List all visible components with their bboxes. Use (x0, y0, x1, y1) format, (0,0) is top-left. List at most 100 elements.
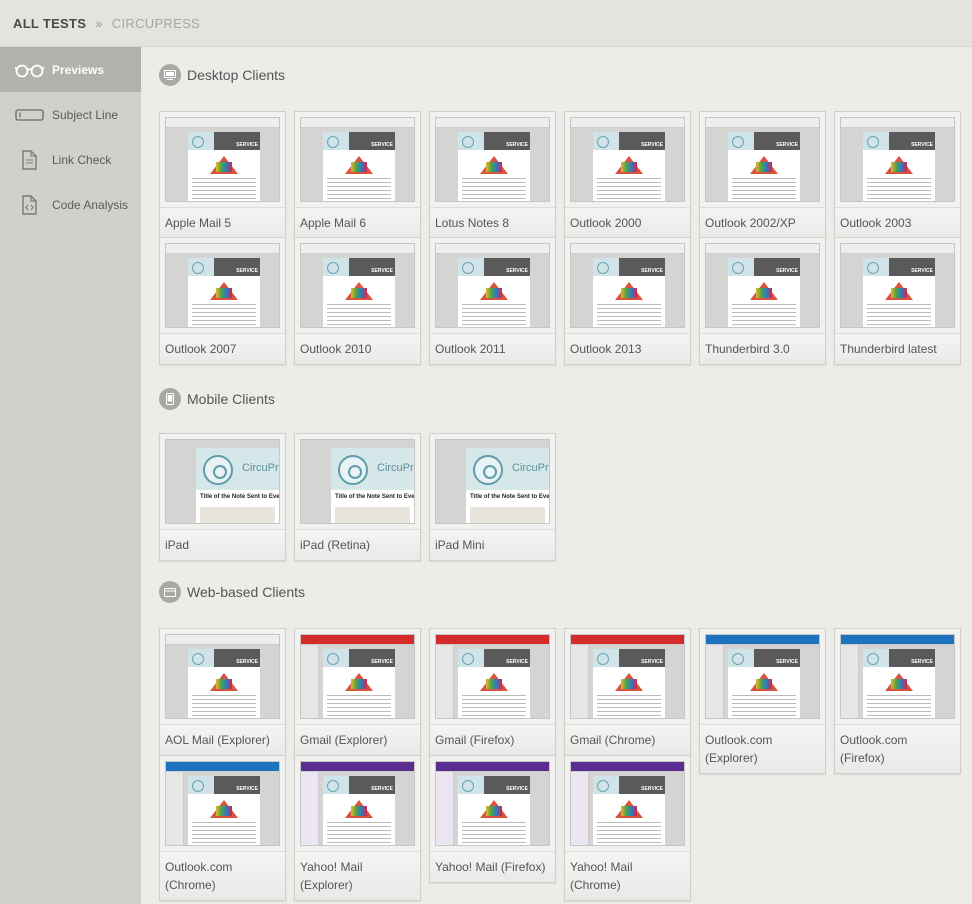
section-header-mobile: Mobile Clients (159, 388, 275, 410)
client-card-yahoo-mail-chrome[interactable]: SERVICE Yahoo! Mail (Chrome) (564, 755, 691, 901)
client-card-thunderbird-latest[interactable]: SERVICE Thunderbird latest (834, 237, 961, 365)
client-chrome (301, 635, 414, 645)
preview-thumbnail: SERVICE (705, 243, 820, 328)
client-label: iPad (160, 529, 285, 560)
client-card-outlook-2007[interactable]: SERVICE Outlook 2007 (159, 237, 286, 365)
email-preview: SERVICE (323, 776, 395, 845)
client-label: Thunderbird latest (835, 333, 960, 364)
client-card-outlook-2003[interactable]: SERVICE Outlook 2003 (834, 111, 961, 239)
sidebar-item-link-check[interactable]: Link Check (0, 137, 141, 182)
client-card-outlook-com-explorer[interactable]: SERVICE Outlook.com (Explorer) (699, 628, 826, 774)
service-text: SERVICE (776, 268, 798, 274)
service-text: SERVICE (371, 142, 393, 148)
circupress-logo (728, 132, 754, 150)
preview-thumbnail: SERVICE (840, 634, 955, 719)
circupress-logo (593, 258, 619, 276)
circupress-logo (458, 776, 484, 794)
preview-thumbnail: CircuPre Title of the Note Sent to Everyo… (300, 439, 415, 524)
service-text: SERVICE (236, 659, 258, 665)
client-card-lotus-notes-8[interactable]: SERVICE Lotus Notes 8 (429, 111, 556, 239)
email-preview: CircuPre Title of the Note Sent to Everyo… (331, 448, 414, 523)
illustration (891, 162, 907, 172)
email-header: SERVICE (458, 776, 530, 794)
client-label: Apple Mail 6 (295, 207, 420, 238)
illustration (351, 806, 367, 816)
client-sidebar (841, 645, 859, 718)
email-header: CircuPre (466, 448, 549, 490)
email-preview: SERVICE (593, 258, 665, 327)
illustration (486, 288, 502, 298)
circupress-logo (863, 258, 889, 276)
client-card-outlook-com-firefox[interactable]: SERVICE Outlook.com (Firefox) (834, 628, 961, 774)
client-chrome (706, 244, 819, 254)
client-card-outlook-2011[interactable]: SERVICE Outlook 2011 (429, 237, 556, 365)
body-text-lines (867, 304, 931, 326)
sidebar: Previews Subject Line Link Check Code An… (0, 47, 141, 904)
email-header: SERVICE (188, 258, 260, 276)
client-card-outlook-2010[interactable]: SERVICE Outlook 2010 (294, 237, 421, 365)
client-chrome (571, 635, 684, 645)
service-text: SERVICE (506, 142, 528, 148)
sidebar-item-code-analysis[interactable]: Code Analysis (0, 182, 141, 227)
section-title: Web-based Clients (187, 584, 306, 600)
client-label: Outlook 2007 (160, 333, 285, 364)
circupress-logo (863, 132, 889, 150)
body-text-lines (867, 178, 931, 200)
illustration (216, 806, 232, 816)
body-text-lines (597, 178, 661, 200)
client-card-apple-mail-6[interactable]: SERVICE Apple Mail 6 (294, 111, 421, 239)
client-card-outlook-2000[interactable]: SERVICE Outlook 2000 (564, 111, 691, 239)
client-label: Outlook 2011 (430, 333, 555, 364)
client-card-gmail-chrome[interactable]: SERVICE Gmail (Chrome) (564, 628, 691, 756)
email-body (335, 507, 410, 523)
sidebar-item-subject-line[interactable]: Subject Line (0, 92, 141, 137)
client-card-ipad-retina[interactable]: CircuPre Title of the Note Sent to Everyo… (294, 433, 421, 561)
email-preview: SERVICE (188, 649, 260, 718)
client-card-outlook-com-chrome[interactable]: SERVICE Outlook.com (Chrome) (159, 755, 286, 901)
client-chrome (166, 244, 279, 254)
circupress-logo (188, 649, 214, 667)
client-card-gmail-firefox[interactable]: SERVICE Gmail (Firefox) (429, 628, 556, 756)
body-text-lines (192, 304, 256, 326)
email-title: Title of the Note Sent to Everyon (200, 494, 280, 500)
email-preview: CircuPre Title of the Note Sent to Everyo… (196, 448, 279, 523)
email-preview: SERVICE (188, 258, 260, 327)
client-card-yahoo-mail-firefox[interactable]: SERVICE Yahoo! Mail (Firefox) (429, 755, 556, 883)
preview-thumbnail: CircuPre Title of the Note Sent to Everyo… (435, 439, 550, 524)
sidebar-item-previews[interactable]: Previews (0, 47, 141, 92)
email-header: SERVICE (728, 132, 800, 150)
email-preview: SERVICE (458, 258, 530, 327)
client-label: Apple Mail 5 (160, 207, 285, 238)
section-title: Mobile Clients (187, 391, 275, 407)
breadcrumb-all-tests[interactable]: ALL TESTS (13, 16, 86, 31)
email-header: SERVICE (323, 649, 395, 667)
client-label: Outlook.com (Chrome) (160, 851, 285, 900)
client-card-ipad[interactable]: CircuPre Title of the Note Sent to Everyo… (159, 433, 286, 561)
circupress-logo (323, 132, 349, 150)
client-card-gmail-explorer[interactable]: SERVICE Gmail (Explorer) (294, 628, 421, 756)
client-sidebar (571, 645, 589, 718)
service-text: SERVICE (371, 659, 393, 665)
client-card-thunderbird-3-0[interactable]: SERVICE Thunderbird 3.0 (699, 237, 826, 365)
circupress-logo (458, 649, 484, 667)
illustration (486, 679, 502, 689)
client-card-outlook-2013[interactable]: SERVICE Outlook 2013 (564, 237, 691, 365)
body-text-lines (462, 695, 526, 717)
client-chrome (571, 118, 684, 128)
circupress-logo (593, 132, 619, 150)
client-card-aol-mail-explorer[interactable]: SERVICE AOL Mail (Explorer) (159, 628, 286, 756)
client-chrome (436, 762, 549, 772)
client-card-yahoo-mail-explorer[interactable]: SERVICE Yahoo! Mail (Explorer) (294, 755, 421, 901)
illustration (351, 679, 367, 689)
client-card-ipad-mini[interactable]: CircuPre Title of the Note Sent to Everyo… (429, 433, 556, 561)
client-label: Outlook 2003 (835, 207, 960, 238)
client-card-outlook-2002-xp[interactable]: SERVICE Outlook 2002/XP (699, 111, 826, 239)
client-chrome (301, 244, 414, 254)
client-chrome (841, 244, 954, 254)
body-text-lines (192, 822, 256, 844)
circupress-logo (593, 649, 619, 667)
email-header: SERVICE (593, 258, 665, 276)
browser-icon (159, 581, 181, 603)
service-text: SERVICE (641, 142, 663, 148)
client-card-apple-mail-5[interactable]: SERVICE Apple Mail 5 (159, 111, 286, 239)
